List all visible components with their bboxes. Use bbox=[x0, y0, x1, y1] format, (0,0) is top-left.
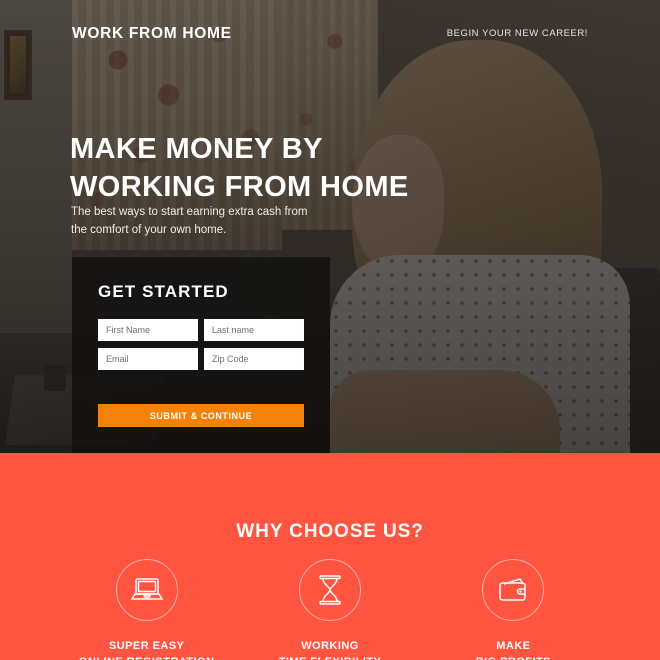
feature-label: SUPER EASY ONLINE REGISTRATION bbox=[79, 640, 214, 660]
hourglass-icon bbox=[298, 559, 361, 621]
hero-section: WORK FROM HOME BEGIN YOUR NEW CAREER! MA… bbox=[0, 0, 660, 453]
laptop-icon bbox=[115, 559, 178, 621]
last-name-input[interactable] bbox=[204, 319, 304, 341]
hero-tagline: BEGIN YOUR NEW CAREER! bbox=[446, 28, 588, 39]
form-fields bbox=[98, 319, 304, 370]
hero-subheading: The best ways to start earning extra cas… bbox=[71, 206, 308, 237]
lead-capture-form: GET STARTED SUBMIT & CONTINUE bbox=[72, 257, 330, 453]
page-title: MAKE MONEY BY WORKING FROM HOME bbox=[70, 133, 409, 204]
landing-page: WORK FROM HOME BEGIN YOUR NEW CAREER! MA… bbox=[0, 0, 660, 660]
feature-label: MAKE BIG PROFITS bbox=[476, 640, 551, 660]
site-logo[interactable]: WORK FROM HOME bbox=[72, 25, 232, 43]
email-input[interactable] bbox=[98, 348, 198, 370]
wallet-icon bbox=[482, 559, 545, 621]
feature-columns: SUPER EASY ONLINE REGISTRATION WORKING T… bbox=[0, 559, 660, 660]
zip-code-input[interactable] bbox=[204, 348, 304, 370]
why-choose-us-section: WHY CHOOSE US? SUPER EASY ONLINE REGISTR… bbox=[0, 453, 660, 660]
submit-button[interactable]: SUBMIT & CONTINUE bbox=[98, 404, 304, 427]
feature-item-online-registration: SUPER EASY ONLINE REGISTRATION bbox=[62, 559, 232, 660]
form-heading: GET STARTED bbox=[98, 282, 229, 301]
first-name-input[interactable] bbox=[98, 319, 198, 341]
feature-label: WORKING TIME FLEXIBILITY bbox=[279, 640, 381, 660]
feature-item-big-profits: MAKE BIG PROFITS bbox=[428, 559, 598, 660]
feature-item-time-flexibility: WORKING TIME FLEXIBILITY bbox=[245, 559, 415, 660]
section-heading: WHY CHOOSE US? bbox=[236, 521, 424, 542]
